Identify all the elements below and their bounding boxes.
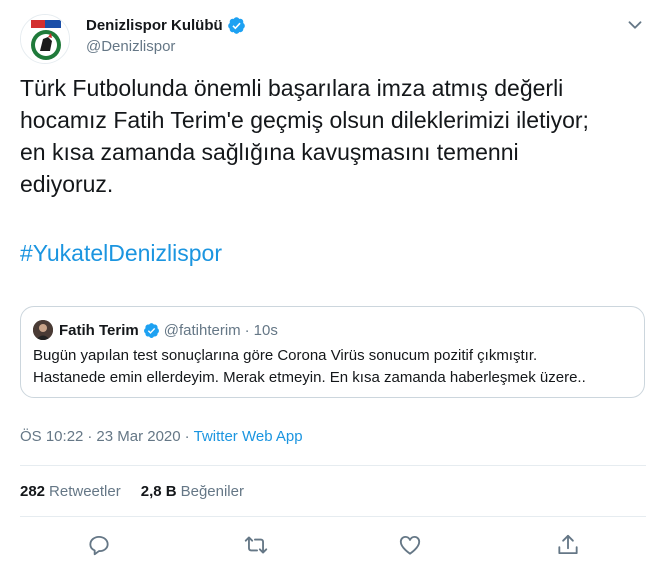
person-photo-icon xyxy=(33,320,53,340)
likes-label: Beğeniler xyxy=(180,483,244,500)
author-display-name[interactable]: Denizlispor Kulübü xyxy=(86,17,223,34)
tweet-source-link[interactable]: Twitter Web App xyxy=(194,428,303,445)
author-handle[interactable]: @Denizlispor xyxy=(86,38,246,55)
likes-stat[interactable]: 2,8 B Beğeniler xyxy=(141,483,244,500)
separator-dot: · xyxy=(184,428,190,445)
quoted-avatar xyxy=(33,320,53,340)
tweet-text-line: hocamız Fatih Terim'e geçmiş olsun dilek… xyxy=(20,107,589,133)
tweet-header: Denizlispor Kulübü @Denizlispor xyxy=(20,14,646,64)
divider xyxy=(20,516,646,517)
separator-dot: · xyxy=(244,321,250,339)
retweets-stat[interactable]: 282 Retweetler xyxy=(20,483,121,500)
avatar[interactable] xyxy=(20,14,70,64)
tweet-text-line: en kısa zamanda sağlığına kavuşmasını te… xyxy=(20,139,519,165)
share-icon[interactable] xyxy=(555,532,581,558)
quoted-tweet-header: Fatih Terim @fatihterim · 10s xyxy=(33,319,278,341)
verified-badge-icon xyxy=(143,322,159,338)
tweet-meta: ÖS 10:22 · 23 Mar 2020 · Twitter Web App xyxy=(20,428,303,445)
quoted-timestamp: 10s xyxy=(253,321,278,339)
tweet-text-line: ediyoruz. xyxy=(20,171,114,197)
retweet-icon[interactable] xyxy=(243,532,269,558)
tweet-time[interactable]: ÖS 10:22 xyxy=(20,428,83,445)
verified-badge-icon xyxy=(227,16,245,34)
divider xyxy=(20,465,646,466)
tweet-text-line: Türk Futbolunda önemli başarılara imza a… xyxy=(20,75,564,101)
hashtag-link[interactable]: #YukatelDenizlispor xyxy=(20,240,222,267)
author-names: Denizlispor Kulübü @Denizlispor xyxy=(86,14,246,55)
like-icon[interactable] xyxy=(397,532,423,558)
quoted-text-line: Hastanede emin ellerdeyim. Merak etmeyin… xyxy=(33,369,586,386)
retweets-label: Retweetler xyxy=(49,483,121,500)
quoted-text-line: Bugün yapılan test sonuçlarına göre Coro… xyxy=(33,347,538,364)
quoted-tweet[interactable]: Fatih Terim @fatihterim · 10s Bugün yapı… xyxy=(20,306,645,398)
engagement-stats: 282 Retweetler 2,8 B Beğeniler xyxy=(20,483,264,500)
quoted-display-name: Fatih Terim xyxy=(59,321,139,339)
tweet-date[interactable]: 23 Mar 2020 xyxy=(96,428,180,445)
quoted-tweet-text: Bugün yapılan test sonuçlarına göre Coro… xyxy=(33,345,633,389)
retweets-count: 282 xyxy=(20,483,46,500)
likes-count: 2,8 B xyxy=(140,483,177,500)
action-bar xyxy=(0,532,660,560)
quoted-handle: @fatihterim xyxy=(163,321,241,339)
separator-dot: · xyxy=(87,428,93,445)
chevron-down-icon[interactable] xyxy=(624,14,646,36)
denizlispor-crest-icon xyxy=(21,15,69,63)
reply-icon[interactable] xyxy=(86,532,112,558)
tweet-text: Türk Futbolunda önemli başarılara imza a… xyxy=(20,72,640,200)
